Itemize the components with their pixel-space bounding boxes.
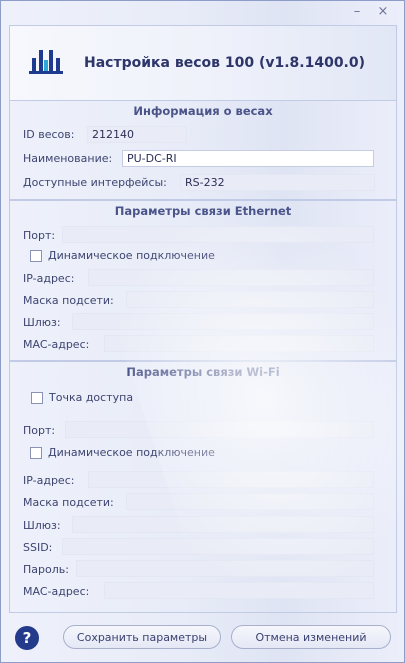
section-title: Информация о весах [133, 104, 273, 118]
app-header: Настройка весов 100 (v1.8.1400.0) [9, 25, 397, 101]
app-title: Настройка весов 100 (v1.8.1400.0) [84, 55, 366, 71]
eth-ip-field[interactable] [88, 269, 374, 286]
eth-gateway-field[interactable] [72, 313, 374, 330]
interfaces-label: Доступные интерфейсы: [23, 176, 167, 189]
ethernet-section: Параметры связи Ethernet Порт: Динамичес… [9, 200, 397, 361]
eth-port-label: Порт: [23, 229, 56, 242]
eth-dynamic-label: Динамическое подключение [48, 249, 215, 262]
wifi-section: Параметры связи Wi-Fi Точка доступа Порт… [9, 361, 397, 613]
scales-logo-icon [29, 50, 63, 74]
eth-gateway-label: Шлюз: [23, 316, 61, 329]
wifi-port-field[interactable] [65, 421, 374, 438]
section-title: Параметры связи Ethernet [114, 204, 292, 218]
footer-bar: ? Сохранить параметры Отмена изменений [9, 615, 395, 659]
cancel-changes-button[interactable]: Отмена изменений [231, 625, 391, 649]
close-button[interactable]: × [375, 5, 391, 19]
eth-mac-label: MAC-адрес: [23, 338, 90, 351]
wifi-port-label: Порт: [23, 424, 56, 437]
settings-window: – × Настройка весов 100 (v1.8.1400.0) Ин… [0, 0, 405, 663]
wifi-access-point-label: Точка доступа [49, 391, 134, 404]
eth-ip-label: IP-адрес: [23, 272, 75, 285]
wifi-ip-label: IP-адрес: [23, 474, 75, 487]
eth-port-field[interactable] [62, 226, 374, 243]
wifi-password-label: Пароль: [23, 563, 69, 576]
wifi-password-field[interactable] [76, 560, 374, 577]
scale-id-field[interactable] [87, 126, 187, 143]
wifi-dynamic-checkbox[interactable] [30, 447, 42, 459]
save-settings-button[interactable]: Сохранить параметры [63, 625, 221, 649]
scale-info-section: Информация о весах ID весов: Наименовани… [9, 100, 397, 200]
section-title: Параметры связи Wi-Fi [126, 365, 280, 379]
wifi-mac-label: MAC-адрес: [23, 585, 90, 598]
wifi-mask-field[interactable] [126, 493, 374, 510]
title-bar: – × [1, 1, 404, 23]
wifi-ip-field[interactable] [88, 471, 374, 488]
wifi-mask-label: Маска подсети: [23, 496, 114, 509]
scale-id-label: ID весов: [23, 128, 75, 141]
eth-dynamic-checkbox[interactable] [30, 250, 42, 262]
wifi-mac-field[interactable] [104, 582, 374, 599]
eth-mask-field[interactable] [126, 291, 374, 308]
scale-name-field[interactable] [122, 150, 374, 167]
wifi-ssid-field[interactable] [62, 538, 374, 555]
wifi-ssid-label: SSID: [23, 541, 53, 554]
eth-mask-label: Маска подсети: [23, 294, 114, 307]
wifi-gateway-field[interactable] [72, 516, 374, 533]
help-icon[interactable]: ? [15, 626, 39, 650]
wifi-access-point-checkbox[interactable] [31, 392, 43, 404]
eth-mac-field[interactable] [104, 335, 374, 352]
minimize-button[interactable]: – [349, 5, 365, 19]
scale-name-label: Наименование: [23, 152, 113, 165]
wifi-dynamic-label: Динамическое подключение [48, 446, 215, 459]
interfaces-field[interactable] [180, 174, 375, 191]
wifi-gateway-label: Шлюз: [23, 519, 61, 532]
